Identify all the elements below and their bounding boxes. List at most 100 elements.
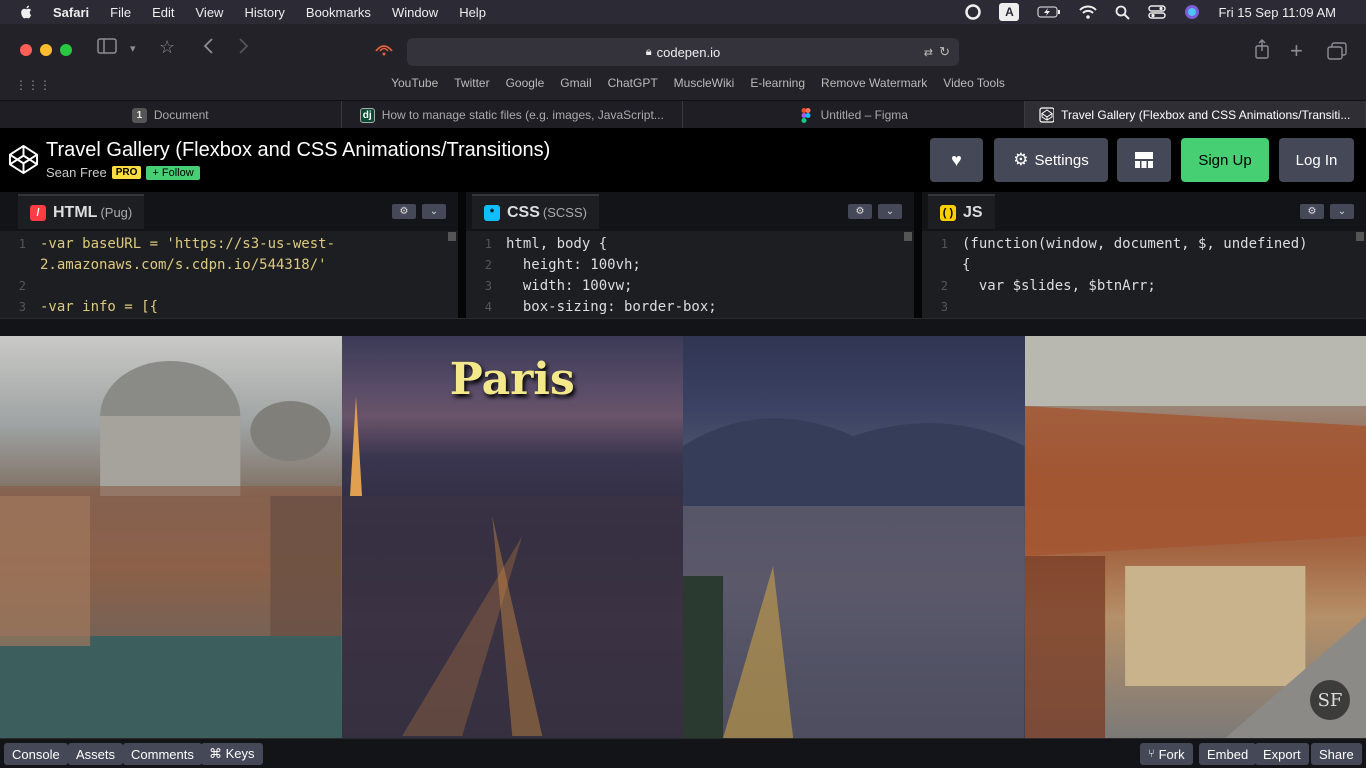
apple-icon[interactable] (17, 4, 37, 20)
editor-scrollbar[interactable] (904, 232, 912, 241)
author-badge[interactable]: SF (1310, 680, 1350, 720)
spotlight-search-icon[interactable] (1115, 5, 1131, 20)
pen-title[interactable]: Travel Gallery (Flexbox and CSS Animatio… (46, 139, 550, 162)
translate-icon[interactable]: ⇄ (924, 46, 933, 59)
comments-button[interactable]: Comments (123, 743, 202, 765)
editor-settings-icon[interactable]: ⚙ (848, 204, 872, 219)
author-name[interactable]: Sean Free (46, 165, 107, 180)
bookmark-star-icon[interactable]: ☆ (159, 37, 175, 58)
line-number: 2 (18, 279, 26, 293)
fork-button[interactable]: ⑂ Fork (1140, 743, 1193, 765)
menu-edit[interactable]: Edit (152, 5, 174, 20)
line-number (0, 255, 40, 276)
css-editor[interactable]: * CSS (SCSS) ⚙ ⌄ 1 html, body { 2 height: 10… (466, 192, 914, 318)
editor-settings-icon[interactable]: ⚙ (392, 204, 416, 219)
zoom-window-button[interactable] (60, 44, 72, 56)
tab-django-static[interactable]: dj How to manage static files (e.g. image… (342, 101, 683, 129)
favorite-musclewiki[interactable]: MuscleWiki (674, 76, 735, 96)
tab-document[interactable]: 1 Document (0, 101, 342, 129)
editor-collapse-icon[interactable]: ⌄ (1330, 204, 1354, 219)
favorite-chatgpt[interactable]: ChatGPT (608, 76, 658, 96)
resize-divider[interactable] (0, 318, 1366, 336)
gallery-panel-prague[interactable]: SF (1024, 336, 1366, 738)
city-title: Paris (449, 354, 575, 405)
salzburg-photo (683, 418, 1025, 738)
menubar-clock[interactable]: Fri 15 Sep 11:09 AM (1218, 5, 1336, 20)
reload-icon[interactable]: ↻ (939, 44, 950, 60)
js-editor[interactable]: ( ) JS ⚙ ⌄ 1 (function(window, document, $,… (922, 192, 1366, 318)
tab-travel-gallery[interactable]: Travel Gallery (Flexbox and CSS Animatio… (1024, 101, 1366, 129)
menu-help[interactable]: Help (459, 5, 486, 20)
gallery-panel-venice[interactable] (0, 336, 342, 738)
follow-button[interactable]: + Follow (146, 165, 200, 180)
settings-button[interactable]: ⚙ Settings (994, 138, 1108, 182)
menu-window[interactable]: Window (392, 5, 438, 20)
signup-button[interactable]: Sign Up (1181, 138, 1269, 182)
code-area[interactable]: 1 -var baseURL = 'https://s3-us-west- 2.a… (0, 234, 458, 318)
tab-figma[interactable]: Untitled – Figma (683, 101, 1025, 129)
tab-overview-icon[interactable] (1327, 42, 1347, 65)
pro-badge: PRO (111, 166, 142, 179)
favorite-twitter[interactable]: Twitter (454, 76, 489, 96)
layout-button[interactable] (1117, 138, 1171, 182)
editor-scrollbar[interactable] (448, 232, 456, 241)
wifi-icon[interactable] (1079, 5, 1098, 19)
siri-icon[interactable] (1184, 4, 1200, 20)
tab-label: Travel Gallery (Flexbox and CSS Animatio… (1061, 108, 1351, 122)
gallery-panel-salzburg[interactable] (683, 336, 1025, 738)
close-window-button[interactable] (20, 44, 32, 56)
new-tab-icon[interactable]: + (1290, 38, 1303, 64)
favorite-remove-watermark[interactable]: Remove Watermark (821, 76, 927, 96)
line-number: 3 (18, 300, 26, 314)
address-bar[interactable]: 🔒︎ codepen.io ⇄ ↻ (407, 38, 959, 66)
html-editor-tab[interactable]: / HTML (Pug) (18, 194, 145, 229)
battery-icon[interactable] (1037, 6, 1061, 18)
editor-collapse-icon[interactable]: ⌄ (878, 204, 902, 219)
favorite-gmail[interactable]: Gmail (560, 76, 591, 96)
editor-controls: ⚙ ⌄ (848, 204, 902, 219)
keys-button[interactable]: ⌘ Keys (201, 743, 263, 765)
js-editor-tab[interactable]: ( ) JS (928, 194, 995, 229)
favorite-google[interactable]: Google (506, 76, 545, 96)
gallery-panel-paris[interactable]: Paris (341, 336, 683, 738)
preview-gallery: Paris SF (0, 336, 1366, 738)
menu-file[interactable]: File (110, 5, 131, 20)
status-circle-icon[interactable] (965, 4, 982, 20)
line-number: 4 (484, 300, 492, 314)
menu-bookmarks[interactable]: Bookmarks (306, 5, 371, 20)
back-icon[interactable] (203, 37, 213, 60)
code-line: width: 100vw; (506, 278, 633, 294)
favorite-elearning[interactable]: E-learning (750, 76, 805, 96)
editor-settings-icon[interactable]: ⚙ (1300, 204, 1324, 219)
favorite-video-tools[interactable]: Video Tools (943, 76, 1005, 96)
code-area[interactable]: 1 html, body { 2 height: 100vh; 3 width: … (466, 234, 914, 318)
code-area[interactable]: 1 (function(window, document, $, undefine… (922, 234, 1366, 318)
menu-history[interactable]: History (244, 5, 284, 20)
line-number (922, 255, 962, 276)
like-button[interactable]: ♥ (930, 138, 983, 182)
share-icon[interactable] (1254, 39, 1270, 64)
editor-scrollbar[interactable] (1356, 232, 1364, 241)
code-line: box-sizing: border-box; (506, 299, 717, 315)
embed-button[interactable]: Embed (1199, 743, 1257, 765)
css-editor-tab[interactable]: * CSS (SCSS) (472, 194, 599, 229)
favorite-youtube[interactable]: YouTube (391, 76, 438, 96)
html-editor[interactable]: / HTML (Pug) ⚙ ⌄ 1 -var baseURL = 'https://s… (0, 192, 458, 318)
codepen-logo-icon[interactable] (8, 144, 39, 175)
control-center-icon[interactable] (1148, 5, 1167, 19)
input-source-icon[interactable]: A (999, 3, 1020, 21)
line-number: 1 (18, 237, 26, 251)
editor-collapse-icon[interactable]: ⌄ (422, 204, 446, 219)
code-line: -var info = [{ (40, 299, 159, 315)
menu-view[interactable]: View (196, 5, 224, 20)
menu-app-safari[interactable]: Safari (53, 5, 89, 20)
tab-number-badge: 1 (131, 107, 147, 123)
export-button[interactable]: Export (1255, 743, 1309, 765)
sidebar-icon[interactable] (97, 38, 117, 59)
assets-button[interactable]: Assets (68, 743, 124, 765)
console-button[interactable]: Console (4, 743, 68, 765)
share-button[interactable]: Share (1311, 743, 1362, 765)
chevron-down-icon[interactable]: ▾ (130, 42, 136, 55)
minimize-window-button[interactable] (40, 44, 52, 56)
login-button[interactable]: Log In (1279, 138, 1354, 182)
